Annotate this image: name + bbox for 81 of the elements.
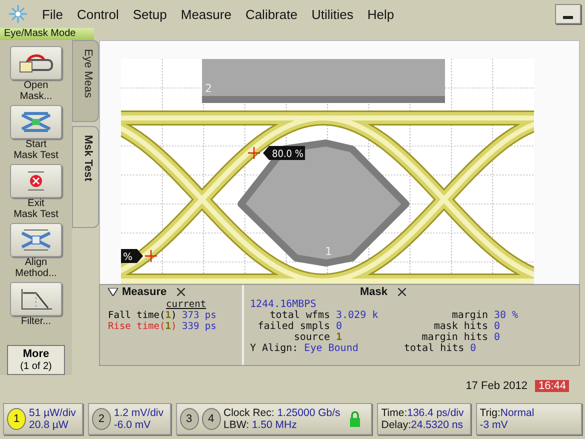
tool-label: Mask... xyxy=(20,91,52,102)
clock-setting: LBW: 1.50 MHz xyxy=(224,419,298,431)
channel-scale: 20.8 µW xyxy=(29,419,70,431)
time-text: 16:44 xyxy=(535,380,569,392)
field-value: 0 xyxy=(494,321,500,332)
field-value: 0 xyxy=(470,343,476,354)
field-label: margin hits xyxy=(420,332,489,343)
measurement-name: Fall time(1) xyxy=(108,310,176,321)
measurement-value: 373 ps xyxy=(182,310,216,321)
more-button[interactable]: More (1 of 2) xyxy=(7,345,65,375)
measurement-value: 339 ps xyxy=(182,321,216,332)
marker-icon xyxy=(144,249,158,263)
field-label: mask hits xyxy=(432,321,489,332)
mask-label: 2 xyxy=(205,82,212,95)
tool-label: Mask Test xyxy=(14,150,58,161)
tool-button[interactable] xyxy=(10,105,62,139)
tool-label: Open xyxy=(24,80,48,91)
field-value: 0 xyxy=(335,321,344,332)
field-label: margin xyxy=(450,310,489,321)
panel-tab[interactable]: Measure xyxy=(122,286,167,298)
trigger-setting: -3 mV xyxy=(480,419,509,431)
mode-label: Eye/Mask Mode xyxy=(0,28,94,40)
timebase-setting: Time:136.4 ps/div xyxy=(381,407,464,419)
marker-label: % xyxy=(121,249,143,263)
side-tab[interactable]: Eye Meas xyxy=(72,40,99,122)
marker-label: 80.0 % xyxy=(263,146,305,160)
panel-tab[interactable]: Mask xyxy=(360,286,388,298)
date-text: 17 Feb 2012 xyxy=(466,380,528,392)
menu-item[interactable]: Calibrate xyxy=(245,6,298,22)
tool-label: Method... xyxy=(15,268,57,279)
menu-item[interactable]: File xyxy=(42,6,63,22)
tool-button[interactable] xyxy=(10,46,62,80)
menu-item[interactable]: Control xyxy=(76,6,119,22)
timebase-button[interactable]: Time:136.4 ps/div Delay:24.5320 ns xyxy=(377,403,471,435)
channel-number: 4 xyxy=(202,408,221,430)
field-label: source xyxy=(292,332,330,343)
field-value: Eye Bound xyxy=(303,343,360,354)
trigger-button[interactable]: Trig:Normal -3 mV xyxy=(476,403,582,435)
trigger-setting: Trig:Normal xyxy=(480,407,534,419)
tool-button[interactable] xyxy=(10,164,62,198)
menu-item[interactable]: Measure xyxy=(180,6,232,22)
channel-number: 3 xyxy=(180,408,199,430)
menu-item[interactable]: Utilities xyxy=(311,6,354,22)
folder-icon xyxy=(18,52,54,74)
menu-item[interactable]: Help xyxy=(367,6,394,22)
timebase-setting: Delay:24.5320 ns xyxy=(381,419,464,431)
field-value: 30 % xyxy=(494,310,518,321)
field-value: 3.029 k xyxy=(335,310,380,321)
field-label: total wfms xyxy=(268,310,330,321)
tool-button[interactable] xyxy=(10,223,62,257)
menu-item[interactable]: Setup xyxy=(132,6,167,22)
minimize-icon xyxy=(563,16,573,19)
tool-button[interactable] xyxy=(10,282,62,316)
tool-label: Align xyxy=(24,257,48,268)
logo-icon xyxy=(8,4,28,24)
column-header: current xyxy=(165,299,208,310)
bit-rate: 1244.16MBPS xyxy=(250,299,318,310)
marker-icon xyxy=(247,146,261,160)
field-label: Y Align: xyxy=(250,343,298,354)
field-label: failed smpls xyxy=(256,321,330,332)
field-label: total hits xyxy=(402,343,466,354)
collapse-icon[interactable] xyxy=(108,288,118,296)
field-value: 1 xyxy=(335,332,344,343)
field-value: 0 xyxy=(494,332,500,343)
channel-scale: 51 µW/div xyxy=(29,407,76,419)
tool-label: Start xyxy=(25,139,47,150)
close-icon[interactable] xyxy=(398,288,406,296)
mask-label: 1 xyxy=(325,245,332,258)
minimize-button[interactable] xyxy=(555,4,581,24)
close-icon[interactable] xyxy=(176,288,185,296)
tool-label: Mask Test xyxy=(14,209,58,220)
tool-label: Filter... xyxy=(20,316,51,327)
channel-number: 1 xyxy=(7,408,26,430)
channel-scale: -6.0 mV xyxy=(114,419,152,431)
tool-label: Exit xyxy=(28,198,44,209)
measurement-name: Rise time(1) xyxy=(108,321,176,332)
channel-number: 2 xyxy=(92,408,111,430)
clock-button[interactable]: 3 4 Clock Rec: 1.25000 Gb/s LBW: 1.50 MHz xyxy=(176,403,372,435)
side-tab[interactable]: Msk Test xyxy=(72,126,99,228)
clock-setting: Clock Rec: 1.25000 Gb/s xyxy=(224,407,340,419)
channel-scale: 1.2 mV/div xyxy=(114,407,164,419)
